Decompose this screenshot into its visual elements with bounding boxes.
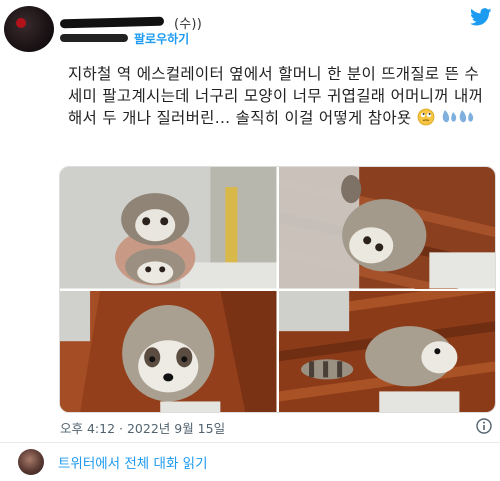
author-avatar[interactable] [4, 6, 54, 52]
photo-raccoon-side[interactable] [278, 290, 495, 412]
info-icon[interactable] [476, 418, 492, 434]
follow-button[interactable]: 팔로우하기 [134, 30, 189, 47]
photo-raccoon-front[interactable] [60, 290, 277, 412]
read-conversation-link[interactable]: 트위터에서 전체 대화 읽기 [58, 452, 208, 472]
twitter-bird-icon[interactable] [470, 8, 492, 26]
sweat-droplets-icon [442, 110, 474, 123]
avatar-mark [16, 18, 26, 28]
face-with-rolling-eyes-icon [417, 108, 435, 126]
read-conversation-row[interactable]: 트위터에서 전체 대화 읽기 [18, 449, 208, 475]
photo-raccoons-in-hand[interactable] [60, 167, 277, 289]
replier-avatar [18, 449, 44, 475]
redacted-display-name [59, 16, 165, 28]
media-grid [59, 166, 496, 413]
redacted-handle [60, 34, 128, 42]
author-handle-row: 팔로우하기 [60, 30, 189, 46]
author-name-row[interactable]: (수)) [59, 13, 202, 32]
divider [0, 442, 500, 443]
photo-raccoon-on-wood[interactable] [278, 167, 495, 289]
tweet-text: 지하철 역 에스컬레이터 옆에서 할머니 한 분이 뜨개질로 뜬 수세미 팔고계… [68, 63, 492, 129]
tweet-timestamp[interactable]: 오후 4:12 · 2022년 9월 15일 [60, 418, 225, 437]
